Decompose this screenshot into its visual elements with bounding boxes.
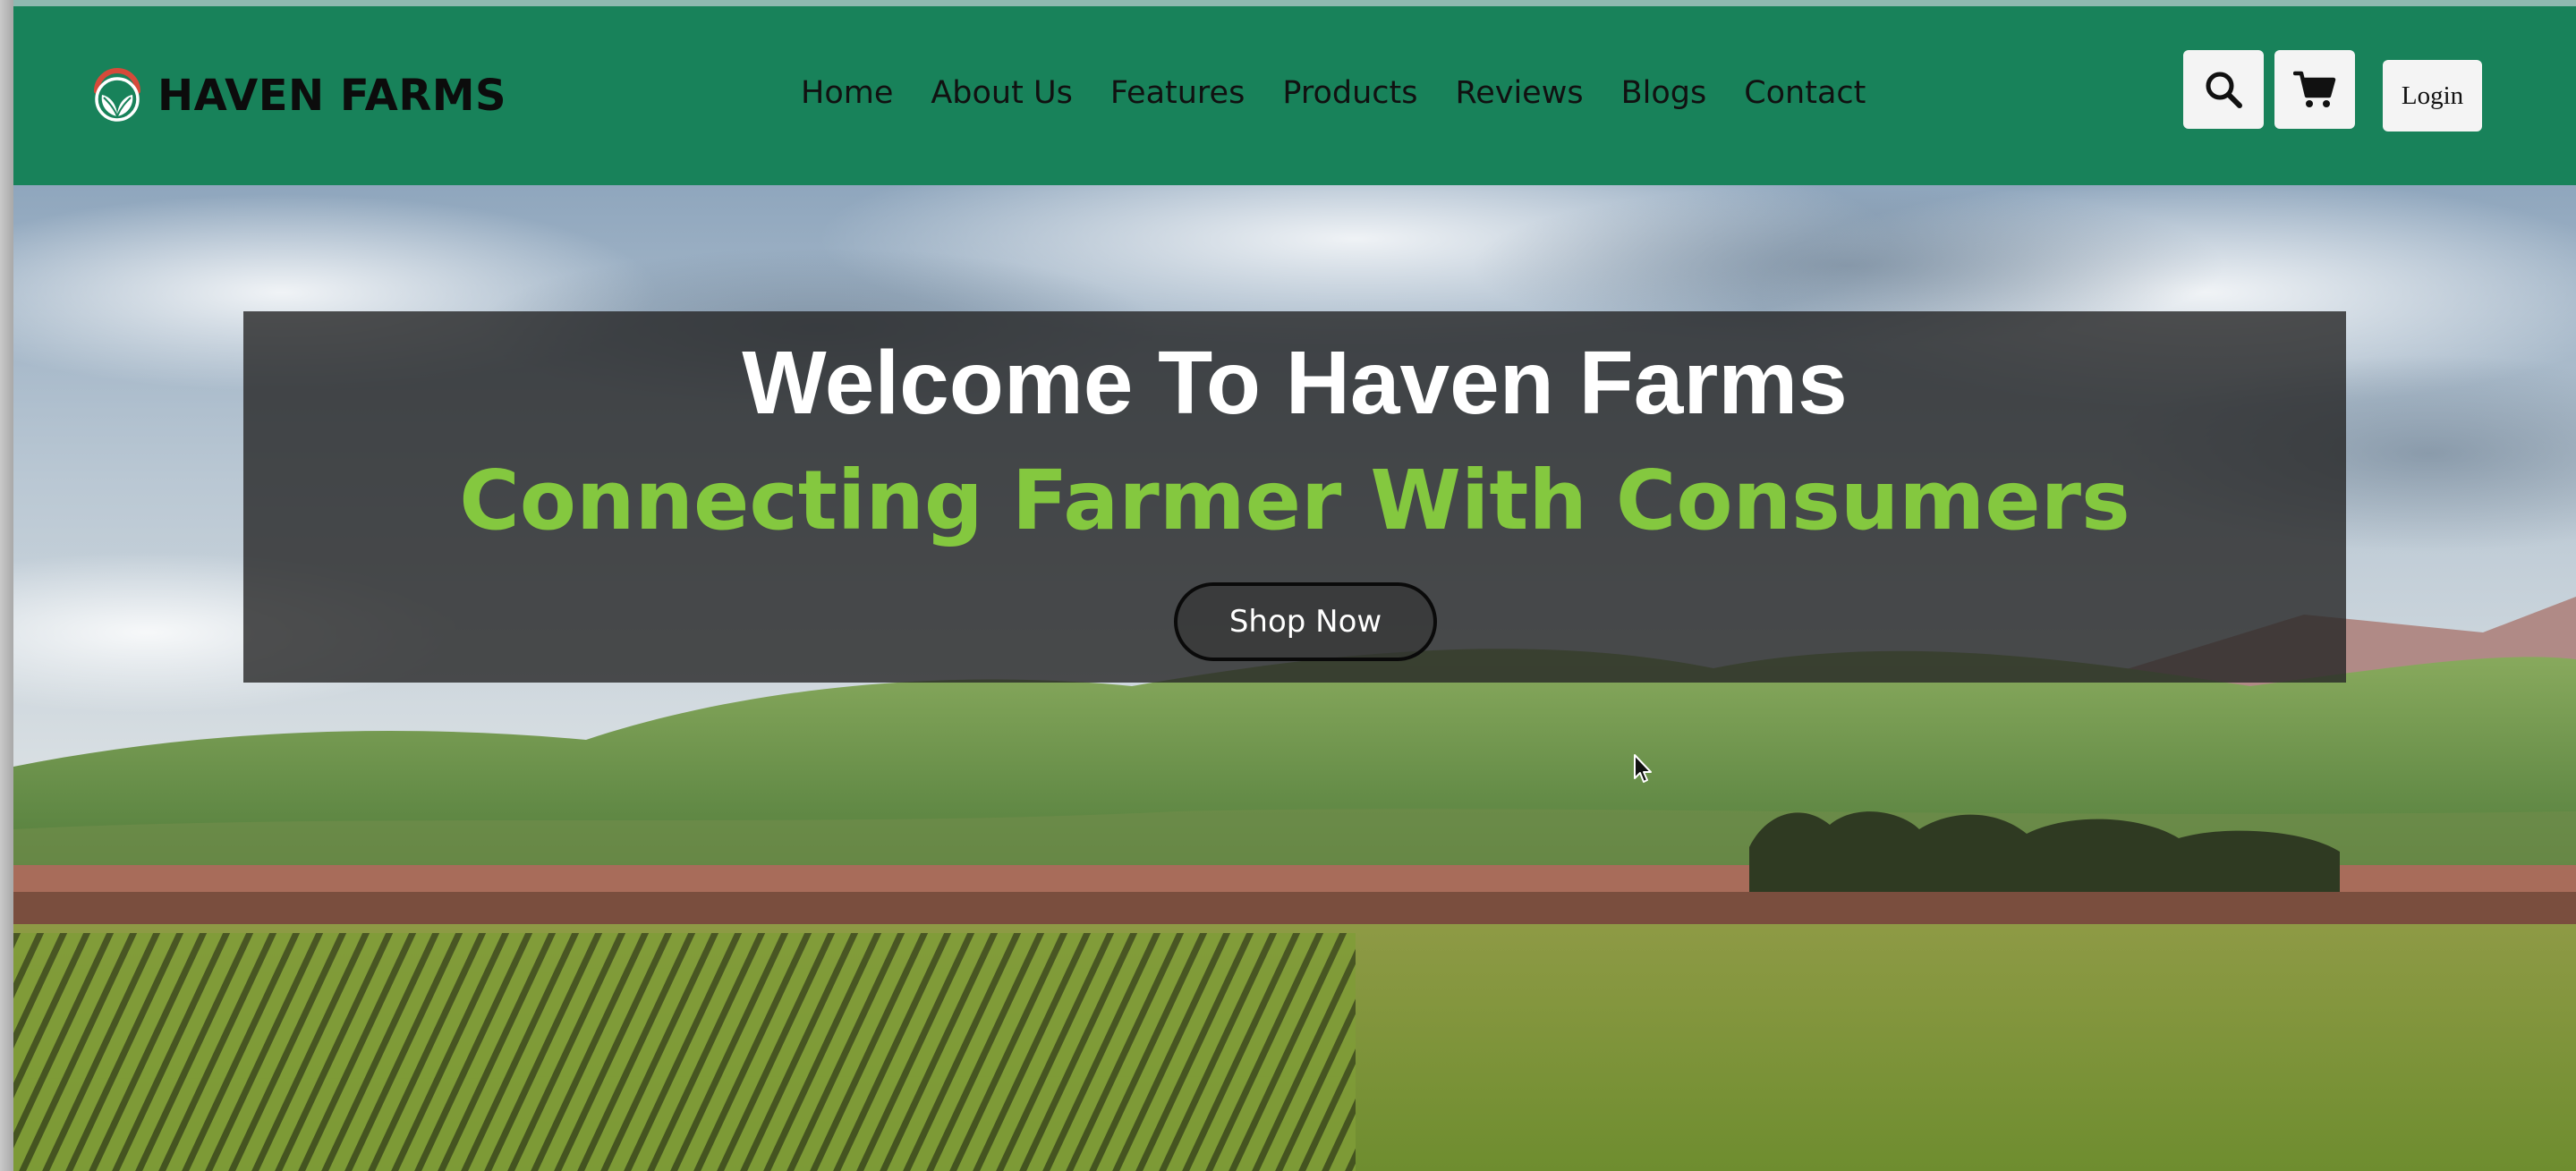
window-edge (0, 0, 13, 1171)
search-button[interactable] (2183, 50, 2264, 129)
top-strip (13, 0, 2576, 6)
search-icon (2206, 72, 2242, 108)
hero-overlay: Welcome To Haven Farms Connecting Farmer… (243, 311, 2346, 683)
site-header: HAVEN FARMS Home About Us Features Produ… (13, 6, 2576, 185)
main-nav: Home About Us Features Products Reviews … (801, 71, 1903, 115)
hero-title: Welcome To Haven Farms (742, 333, 1848, 433)
nav-about-us[interactable]: About Us (931, 71, 1072, 115)
leaf-logo-icon (94, 68, 140, 122)
nav-home[interactable]: Home (801, 71, 893, 115)
nav-contact[interactable]: Contact (1744, 71, 1866, 115)
nav-products[interactable]: Products (1282, 71, 1417, 115)
page: HAVEN FARMS Home About Us Features Produ… (13, 0, 2576, 1171)
cart-button[interactable] (2274, 50, 2355, 129)
shop-now-button[interactable]: Shop Now (1174, 582, 1437, 661)
hero-tagline: Connecting Farmer With Consumers (459, 453, 2130, 548)
mouse-cursor-icon (1634, 754, 1652, 783)
nav-blogs[interactable]: Blogs (1621, 71, 1707, 115)
cart-icon (2293, 71, 2336, 107)
nav-reviews[interactable]: Reviews (1455, 71, 1583, 115)
brand-name: HAVEN FARMS (157, 71, 507, 121)
login-button[interactable]: Login (2383, 60, 2482, 132)
brand-logo[interactable]: HAVEN FARMS (89, 60, 506, 132)
nav-features[interactable]: Features (1110, 71, 1245, 115)
hero-section: Welcome To Haven Farms Connecting Farmer… (13, 185, 2576, 1171)
